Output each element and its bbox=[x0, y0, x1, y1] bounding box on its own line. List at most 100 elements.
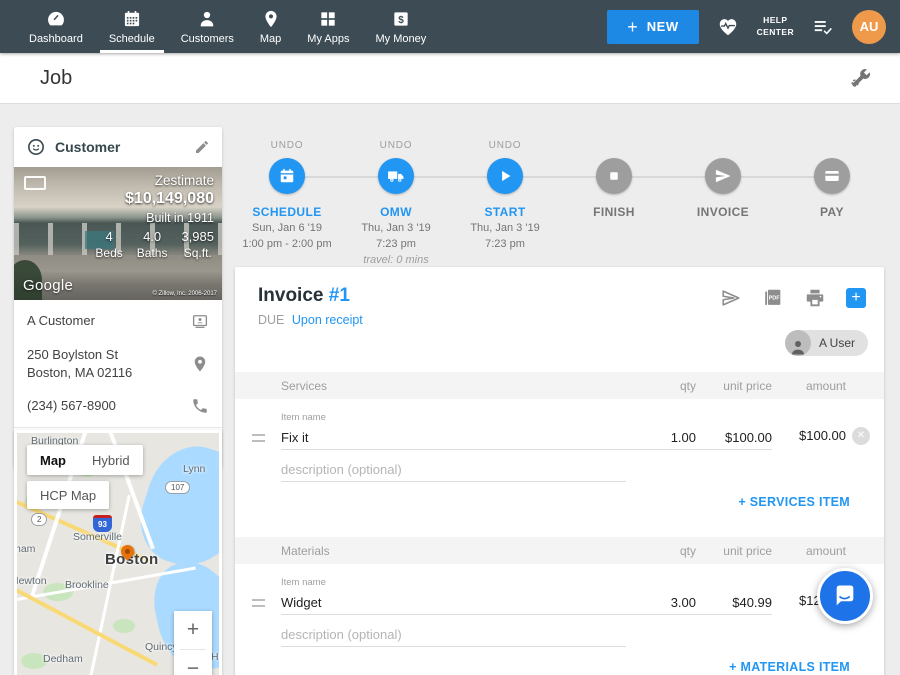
assignee-chip[interactable]: A User bbox=[785, 330, 868, 356]
stat-sqft: 3,985 Sq.ft. bbox=[181, 229, 214, 260]
step-label: PAY bbox=[820, 205, 844, 219]
unit-price-input[interactable] bbox=[696, 425, 772, 450]
help-line1: HELP bbox=[757, 15, 794, 26]
timeline-step-invoice: INVOICE bbox=[671, 130, 775, 268]
qty-input[interactable] bbox=[626, 590, 696, 615]
amount-column-header: amount bbox=[772, 379, 846, 393]
wrench-gear-icon[interactable] bbox=[848, 66, 872, 90]
nav-label: Dashboard bbox=[29, 33, 83, 45]
customer-face-icon bbox=[26, 137, 46, 157]
send-invoice-icon[interactable] bbox=[720, 287, 742, 309]
user-avatar[interactable]: AU bbox=[852, 10, 886, 44]
heart-pulse-icon[interactable] bbox=[717, 16, 739, 38]
zoom-out-button[interactable]: − bbox=[174, 650, 212, 675]
materials-header: Materials qty unit price amount bbox=[235, 537, 884, 564]
finish-step-button[interactable] bbox=[596, 158, 632, 194]
description-input[interactable] bbox=[281, 457, 626, 482]
phone-icon[interactable] bbox=[191, 397, 209, 415]
invoice-number[interactable]: #1 bbox=[329, 285, 350, 306]
map-type-hybrid-button[interactable]: Hybrid bbox=[79, 445, 143, 475]
service-line-item: Item name $100.00 ✕ bbox=[235, 399, 884, 482]
qty-input[interactable] bbox=[626, 425, 696, 450]
list-check-icon[interactable] bbox=[812, 16, 834, 38]
invoice-step-button[interactable] bbox=[705, 158, 741, 194]
chat-launcher-button[interactable] bbox=[817, 568, 873, 624]
nav-item-my-money[interactable]: $ My Money bbox=[362, 0, 439, 53]
map-label-quincy: Quincy bbox=[145, 641, 178, 653]
materials-section: Materials qty unit price amount Item nam… bbox=[235, 537, 884, 674]
new-button[interactable]: + NEW bbox=[607, 10, 698, 44]
nav-label: My Apps bbox=[307, 33, 349, 45]
invoice-card: Invoice #1 DUE Upon receipt PDF + bbox=[235, 267, 884, 675]
map-park bbox=[113, 619, 135, 633]
due-label: DUE bbox=[258, 313, 284, 327]
drag-handle[interactable] bbox=[252, 599, 265, 607]
dollar-icon: $ bbox=[391, 9, 411, 29]
help-center-link[interactable]: HELP CENTER bbox=[757, 15, 794, 37]
nav-item-map[interactable]: Map bbox=[247, 0, 294, 53]
address-line-2: Boston, MA 02116 bbox=[27, 364, 181, 382]
item-name-input[interactable] bbox=[281, 590, 626, 615]
nav-item-customers[interactable]: Customers bbox=[168, 0, 247, 53]
invoice-title-row: Invoice #1 bbox=[258, 285, 350, 307]
customer-name-row: A Customer bbox=[14, 304, 222, 338]
customer-card: Customer Zestimate $10,149,080 Built in … bbox=[14, 127, 222, 468]
start-step-button[interactable] bbox=[487, 158, 523, 194]
pay-step-button[interactable] bbox=[814, 158, 850, 194]
map-canvas[interactable]: Burlington Lynn Somerville Boston ham Ne… bbox=[17, 433, 219, 675]
undo-omw-button[interactable]: UNDO bbox=[380, 138, 413, 152]
add-invoice-button[interactable]: + bbox=[846, 288, 866, 308]
omw-step-button[interactable] bbox=[378, 158, 414, 194]
item-name-input[interactable] bbox=[281, 425, 626, 450]
nav-item-schedule[interactable]: Schedule bbox=[96, 0, 168, 53]
map-type-map-button[interactable]: Map bbox=[27, 445, 79, 475]
item-name-cell bbox=[271, 590, 626, 615]
qty-column-header: qty bbox=[626, 379, 696, 393]
stat-baths: 4.0 Baths bbox=[137, 229, 168, 260]
due-value-link[interactable]: Upon receipt bbox=[292, 313, 363, 327]
print-icon[interactable] bbox=[804, 287, 826, 309]
step-date: Sun, Jan 6 '19 bbox=[252, 222, 322, 235]
add-materials-item-button[interactable]: + MATERIALS ITEM bbox=[729, 660, 850, 674]
add-materials-row: + MATERIALS ITEM bbox=[235, 660, 884, 674]
nav-items: Dashboard Schedule Customers Map My Apps bbox=[0, 0, 439, 53]
description-row bbox=[235, 457, 884, 482]
timeline-step-pay: PAY bbox=[780, 130, 884, 268]
assignee-avatar-icon bbox=[785, 330, 811, 356]
gauge-icon bbox=[46, 9, 66, 29]
description-row bbox=[235, 622, 884, 647]
map-label-brookline: Brookline bbox=[65, 579, 109, 591]
play-icon bbox=[495, 166, 515, 186]
nav-item-dashboard[interactable]: Dashboard bbox=[16, 0, 96, 53]
unit-price-input[interactable] bbox=[696, 590, 772, 615]
schedule-step-button[interactable] bbox=[269, 158, 305, 194]
qty-column-header: qty bbox=[626, 544, 696, 558]
map-label-lynn: Lynn bbox=[183, 463, 205, 475]
nav-item-my-apps[interactable]: My Apps bbox=[294, 0, 362, 53]
pencil-edit-icon[interactable] bbox=[194, 139, 210, 155]
top-navigation: Dashboard Schedule Customers Map My Apps bbox=[0, 0, 900, 53]
job-status-timeline: UNDO SCHEDULE Sun, Jan 6 '19 1:00 pm - 2… bbox=[235, 130, 884, 260]
hcp-map-button[interactable]: HCP Map bbox=[27, 481, 109, 509]
item-name-label: Item name bbox=[271, 412, 626, 423]
undo-start-button[interactable]: UNDO bbox=[489, 138, 522, 152]
description-input[interactable] bbox=[281, 622, 626, 647]
google-logo: Google bbox=[23, 277, 73, 294]
nav-right: + NEW HELP CENTER AU bbox=[607, 0, 900, 53]
services-header: Services qty unit price amount bbox=[235, 372, 884, 399]
zoom-in-button[interactable]: + bbox=[174, 611, 212, 649]
invoice-actions: PDF + bbox=[720, 287, 866, 309]
description-cell bbox=[271, 622, 626, 647]
add-services-item-button[interactable]: + SERVICES ITEM bbox=[738, 495, 850, 509]
step-label: FINISH bbox=[593, 205, 635, 219]
item-name-cell bbox=[271, 425, 626, 450]
property-photo[interactable]: Zestimate $10,149,080 Built in 1911 4 Be… bbox=[14, 167, 222, 300]
pdf-icon[interactable]: PDF bbox=[762, 287, 784, 309]
undo-schedule-button[interactable]: UNDO bbox=[271, 138, 304, 152]
contact-card-icon[interactable] bbox=[191, 312, 209, 330]
delete-line-item-button[interactable]: ✕ bbox=[852, 427, 870, 445]
drag-handle[interactable] bbox=[252, 434, 265, 442]
item-input-row: $100.00 ✕ bbox=[235, 425, 884, 450]
customer-card-title: Customer bbox=[55, 139, 185, 155]
location-pin-icon[interactable] bbox=[191, 355, 209, 373]
